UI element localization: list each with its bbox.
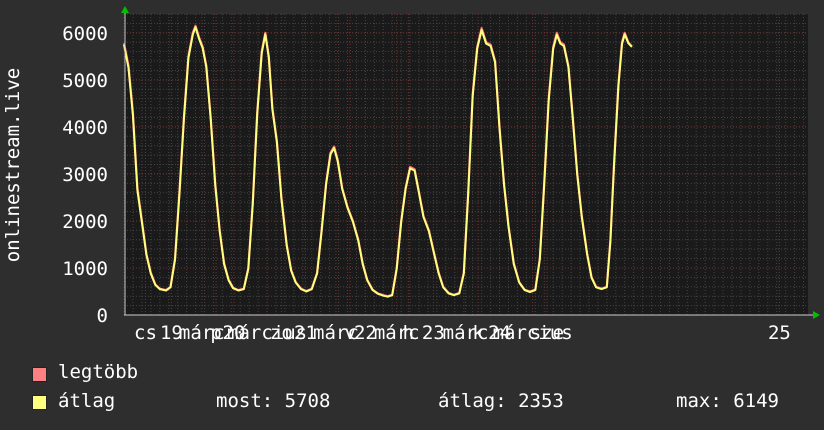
y-tick-label: 3000 (62, 164, 108, 186)
legend-label-max: legtöbb (58, 361, 139, 383)
y-tick-label: 2000 (62, 211, 108, 233)
x-axis-ticks: cs 19márcp 20márciuszo 21márcv22márch 23márc… (134, 322, 791, 344)
y-tick-label: 1000 (62, 258, 108, 280)
line-chart: 0100020003000400050006000 cs 19márcp 20már… (2, 6, 820, 344)
y-axis-ticks: 0 1000 2000 3000 4000 5000 6000 (62, 23, 108, 327)
x-tick-label: k (472, 322, 484, 344)
y-tick-label: 6000 (62, 23, 108, 45)
x-tick-label: h (403, 322, 414, 344)
x-tick-label: sze (530, 322, 564, 344)
x-tick-label: 25 (768, 322, 791, 344)
y-axis-arrow-icon (121, 6, 129, 13)
stat-average: átlag: 2353 (438, 390, 564, 412)
legend-swatch-max (32, 367, 47, 382)
legend-label-avg: átlag (58, 390, 116, 412)
y-axis-label: onlinestream.live (2, 68, 24, 262)
y-tick-label: 4000 (62, 117, 108, 139)
y-tick-label: 0 (97, 305, 108, 327)
stat-max: max: 6149 (676, 390, 779, 412)
legend-swatch-avg (32, 395, 47, 410)
x-tick-label: cs (134, 322, 157, 344)
x-axis-arrow-icon (813, 311, 820, 319)
x-tick-label: p (210, 322, 221, 344)
stat-now: most: 5708 (216, 390, 331, 412)
y-tick-label: 5000 (62, 70, 108, 92)
x-tick-label: 23 (422, 322, 445, 344)
x-tick-label: zo (270, 322, 293, 344)
